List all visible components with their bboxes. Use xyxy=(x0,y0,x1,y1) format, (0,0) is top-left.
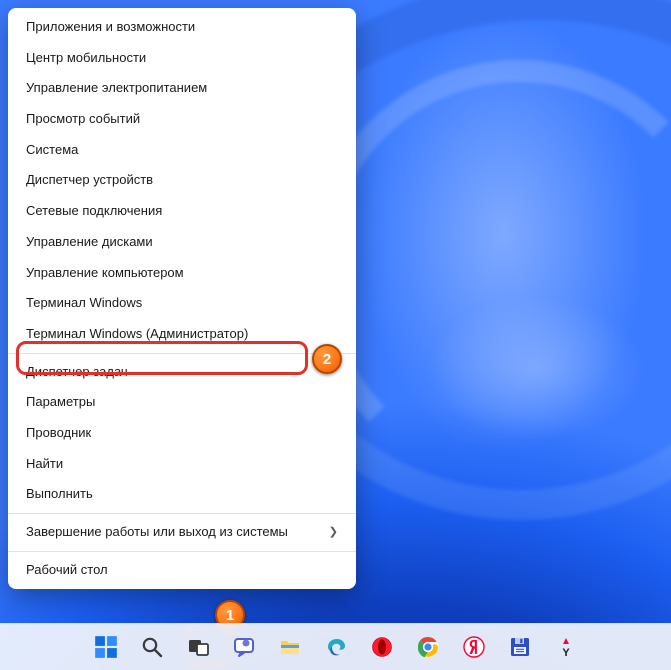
menu-item-16[interactable]: Завершение работы или выход из системы xyxy=(8,517,356,548)
taskview-icon xyxy=(186,635,210,659)
menu-item-1[interactable]: Центр мобильности xyxy=(8,43,356,74)
desktop: Приложения и возможностиЦентр мобильност… xyxy=(0,0,671,670)
svg-text:Y: Y xyxy=(562,647,570,659)
menu-item-5[interactable]: Диспетчер устройств xyxy=(8,165,356,196)
search-icon xyxy=(140,635,164,659)
taskbar-yandex[interactable] xyxy=(455,628,493,666)
menu-separator xyxy=(8,353,356,354)
menu-item-2[interactable]: Управление электропитанием xyxy=(8,73,356,104)
unknown-app-icon: Y xyxy=(554,635,578,659)
menu-item-6[interactable]: Сетевые подключения xyxy=(8,196,356,227)
menu-separator xyxy=(8,513,356,514)
chat-icon xyxy=(232,635,256,659)
taskbar-taskview[interactable] xyxy=(179,628,217,666)
menu-item-15[interactable]: Выполнить xyxy=(8,479,356,510)
menu-item-7[interactable]: Управление дисками xyxy=(8,227,356,258)
menu-item-0[interactable]: Приложения и возможности xyxy=(8,12,356,43)
menu-item-3[interactable]: Просмотр событий xyxy=(8,104,356,135)
taskbar-floppy[interactable] xyxy=(501,628,539,666)
taskbar: Y xyxy=(0,623,671,670)
winx-context-menu: Приложения и возможностиЦентр мобильност… xyxy=(8,8,356,589)
menu-item-9[interactable]: Терминал Windows xyxy=(8,288,356,319)
taskbar-chrome[interactable] xyxy=(409,628,447,666)
floppy-icon xyxy=(508,635,532,659)
menu-item-11[interactable]: Диспетчер задач xyxy=(8,357,356,388)
menu-item-8[interactable]: Управление компьютером xyxy=(8,258,356,289)
start-button[interactable] xyxy=(87,628,125,666)
menu-item-13[interactable]: Проводник xyxy=(8,418,356,449)
menu-item-12[interactable]: Параметры xyxy=(8,387,356,418)
taskbar-search[interactable] xyxy=(133,628,171,666)
taskbar-opera[interactable] xyxy=(363,628,401,666)
opera-icon xyxy=(370,635,394,659)
chrome-icon xyxy=(416,635,440,659)
menu-item-4[interactable]: Система xyxy=(8,135,356,166)
taskbar-unknown-app[interactable]: Y xyxy=(547,628,585,666)
menu-item-10[interactable]: Терминал Windows (Администратор) xyxy=(8,319,356,350)
yandex-icon xyxy=(462,635,486,659)
menu-item-14[interactable]: Найти xyxy=(8,449,356,480)
taskbar-chat[interactable] xyxy=(225,628,263,666)
edge-icon xyxy=(324,635,348,659)
file-explorer-icon xyxy=(278,635,302,659)
taskbar-edge[interactable] xyxy=(317,628,355,666)
taskbar-file-explorer[interactable] xyxy=(271,628,309,666)
menu-separator xyxy=(8,551,356,552)
menu-item-17[interactable]: Рабочий стол xyxy=(8,555,356,586)
start-icon xyxy=(93,634,119,660)
